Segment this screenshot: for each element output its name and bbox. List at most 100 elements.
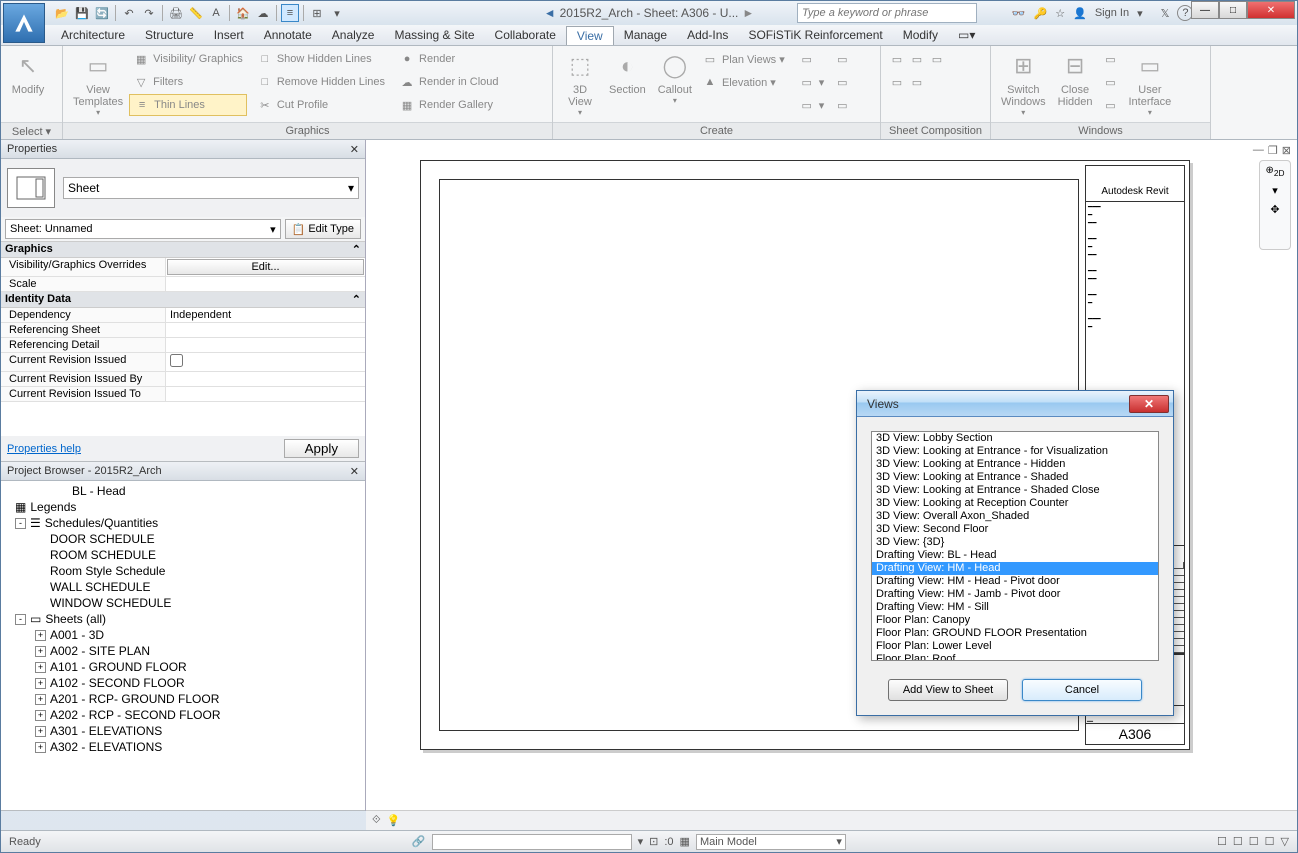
prop-row[interactable]: Current Revision Issued [1, 353, 365, 372]
user-interface-button[interactable]: ▭User Interface▾ [1122, 48, 1177, 119]
tree-toggle-icon[interactable]: + [35, 630, 46, 641]
type-selector[interactable]: Sheet▾ [63, 177, 359, 199]
graphics-section[interactable]: Graphics⌃ [1, 242, 365, 258]
elevation-button[interactable]: ▲Elevation ▾ [698, 71, 789, 93]
cut-profile-button[interactable]: ✂Cut Profile [253, 94, 389, 116]
menu-analyze[interactable]: Analyze [322, 26, 385, 44]
3d-view-button[interactable]: ⬚3D View▾ [557, 48, 603, 119]
view-list-item[interactable]: 3D View: Second Floor [872, 523, 1158, 536]
text-icon[interactable]: A [207, 4, 225, 22]
misc-button-5[interactable]: ▭ [830, 71, 854, 93]
plan-views-button[interactable]: ▭Plan Views ▾ [698, 48, 789, 70]
prop-row[interactable]: Visibility/Graphics OverridesEdit... [1, 258, 365, 277]
render-gallery-button[interactable]: ▦Render Gallery [395, 94, 503, 116]
nav-arrow-icon[interactable]: ▾ [1272, 184, 1278, 197]
prop-row[interactable]: Referencing Sheet [1, 323, 365, 338]
tree-item[interactable]: +A302 - ELEVATIONS [3, 739, 363, 755]
prop-row[interactable]: Current Revision Issued By [1, 372, 365, 387]
close-panel-icon[interactable]: ✕ [350, 143, 359, 156]
tree-toggle-icon[interactable]: + [35, 710, 46, 721]
search-input[interactable] [797, 3, 977, 23]
chevron-down-icon[interactable]: ▾ [1137, 7, 1143, 20]
save-icon[interactable]: 💾 [73, 4, 91, 22]
star-icon[interactable]: ☆ [1055, 7, 1065, 20]
workset-input[interactable] [432, 834, 632, 850]
dialog-close-button[interactable]: ✕ [1129, 395, 1169, 413]
menu-add-ins[interactable]: Add-Ins [677, 26, 738, 44]
select-dropdown[interactable]: Select ▾ [1, 122, 62, 139]
scale-icon[interactable]: ⟐ [372, 814, 381, 827]
tree-item[interactable]: +A002 - SITE PLAN [3, 643, 363, 659]
sign-in[interactable]: Sign In [1095, 7, 1129, 19]
main-model-selector[interactable]: Main Model▾ [696, 834, 846, 850]
view-list-item[interactable]: 3D View: Looking at Entrance - for Visua… [872, 445, 1158, 458]
menu-view[interactable]: View [566, 26, 614, 45]
remove-hidden-lines-button[interactable]: □Remove Hidden Lines [253, 71, 389, 93]
canvas-area[interactable]: — ❐ ⊠ ⊕2D ▾ ✥ Autodesk Revit ━━━━━━━━━━━… [366, 140, 1297, 811]
callout-button[interactable]: ◯Callout▾ [652, 48, 698, 107]
cancel-button[interactable]: Cancel [1022, 679, 1142, 701]
tree-item[interactable]: +A201 - RCP- GROUND FLOOR [3, 691, 363, 707]
sync-icon[interactable]: 🔄 [93, 4, 111, 22]
tree-item[interactable]: ROOM SCHEDULE [3, 547, 363, 563]
prop-row[interactable]: Referencing Detail [1, 338, 365, 353]
tree-item[interactable]: +A102 - SECOND FLOOR [3, 675, 363, 691]
render-button[interactable]: ●Render [395, 48, 503, 70]
apply-button[interactable]: Apply [284, 439, 359, 458]
cloud-icon[interactable]: ☁ [254, 4, 272, 22]
sheet-button-2[interactable]: ▭▭ [885, 71, 949, 93]
tree-toggle-icon[interactable]: - [15, 518, 26, 529]
tree-toggle-icon[interactable]: + [35, 662, 46, 673]
close-inactive-icon[interactable]: ⊞ [308, 4, 326, 22]
view-list-item[interactable]: 3D View: Overall Axon_Shaded [872, 510, 1158, 523]
menu-manage[interactable]: Manage [614, 26, 677, 44]
view-list-item[interactable]: 3D View: Looking at Entrance - Shaded Cl… [872, 484, 1158, 497]
doc-minimize-icon[interactable]: — [1253, 144, 1264, 157]
arrow-right-icon[interactable]: ► [742, 6, 754, 20]
rev-issued-checkbox[interactable] [170, 354, 183, 367]
menu-insert[interactable]: Insert [204, 26, 254, 44]
sheet-button-1[interactable]: ▭▭▭ [885, 48, 949, 70]
tile-button[interactable]: ▭ [1098, 94, 1122, 116]
menu-architecture[interactable]: Architecture [51, 26, 135, 44]
menu-structure[interactable]: Structure [135, 26, 204, 44]
sel-icon-4[interactable]: ☐ [1265, 835, 1275, 848]
section-button[interactable]: ◐Section [603, 48, 652, 98]
app-logo[interactable] [3, 3, 45, 43]
key-icon[interactable]: 🔑 [1034, 7, 1048, 20]
modify-button[interactable]: ↖ Modify [5, 48, 51, 98]
user-icon[interactable]: 👤 [1073, 7, 1087, 20]
doc-close-icon[interactable]: ⊠ [1282, 144, 1291, 157]
view-list-item[interactable]: Floor Plan: GROUND FLOOR Presentation [872, 627, 1158, 640]
view-list-item[interactable]: 3D View: Lobby Section [872, 432, 1158, 445]
tree-item[interactable]: +A101 - GROUND FLOOR [3, 659, 363, 675]
render-cloud-button[interactable]: ☁Render in Cloud [395, 71, 503, 93]
view-list-item[interactable]: Drafting View: HM - Jamb - Pivot door [872, 588, 1158, 601]
menu-sofistik[interactable]: SOFiSTiK Reinforcement [738, 26, 892, 44]
viewcube[interactable]: ⊕2D ▾ ✥ [1259, 160, 1291, 250]
edit-type-button[interactable]: 📋Edit Type [285, 219, 361, 239]
view-templates-button[interactable]: ▭ View Templates ▾ [67, 48, 129, 119]
open-icon[interactable]: 📂 [53, 4, 71, 22]
tree-item[interactable]: +A301 - ELEVATIONS [3, 723, 363, 739]
identity-section[interactable]: Identity Data⌃ [1, 292, 365, 308]
menu-modify[interactable]: Modify [893, 26, 948, 44]
cascade-button[interactable]: ▭ [1098, 71, 1122, 93]
tree-item[interactable]: WALL SCHEDULE [3, 579, 363, 595]
view-list-item[interactable]: 3D View: Looking at Reception Counter [872, 497, 1158, 510]
tree-toggle-icon[interactable]: + [35, 742, 46, 753]
misc-button-4[interactable]: ▭ [830, 48, 854, 70]
view-list-item[interactable]: 3D View: Looking at Entrance - Hidden [872, 458, 1158, 471]
tree-toggle-icon[interactable]: - [15, 614, 26, 625]
thin-lines-button[interactable]: ≡Thin Lines [129, 94, 247, 116]
home-icon[interactable]: 🏠 [234, 4, 252, 22]
worksets-icon[interactable]: 🔗 [412, 835, 426, 848]
prop-row[interactable]: Scale [1, 277, 365, 292]
view-list-item[interactable]: 3D View: Looking at Entrance - Shaded [872, 471, 1158, 484]
close-hidden-button[interactable]: ⊟Close Hidden [1052, 48, 1099, 110]
thin-lines-qat-icon[interactable]: ≡ [281, 4, 299, 22]
tree-toggle-icon[interactable]: + [35, 646, 46, 657]
arrow-left-icon[interactable]: ◄ [544, 6, 556, 20]
close-button[interactable]: ✕ [1247, 1, 1295, 19]
close-panel-icon[interactable]: ✕ [350, 465, 359, 478]
